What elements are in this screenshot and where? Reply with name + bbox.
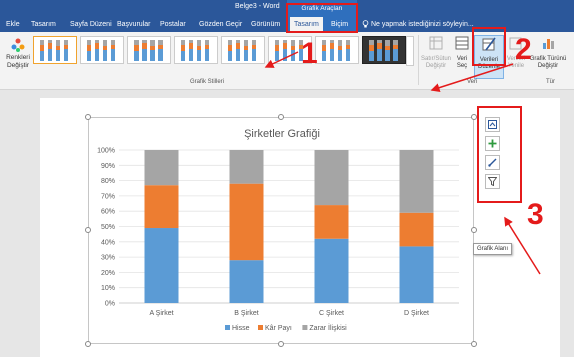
resize-handle[interactable] — [85, 341, 91, 347]
y-tick-label: 30% — [101, 255, 115, 262]
chart-styles-gallery[interactable] — [33, 36, 406, 66]
y-tick-label: 60% — [101, 209, 115, 216]
bar-segment — [314, 205, 349, 239]
change-chart-type-button[interactable]: Grafik Türünü Değiştir — [528, 35, 568, 79]
resize-handle[interactable] — [278, 114, 284, 120]
annotation-box-3 — [477, 106, 522, 203]
bar-segment — [229, 150, 264, 184]
resize-handle[interactable] — [85, 227, 91, 233]
tab-tasarim[interactable]: Tasarım — [31, 17, 56, 32]
resize-handle[interactable] — [278, 341, 284, 347]
chart-style-preview-icon — [87, 40, 115, 61]
annotation-box-1 — [286, 3, 358, 33]
y-tick-label: 50% — [101, 224, 115, 231]
bar-segment — [229, 183, 264, 261]
chart-style-preview-icon — [322, 40, 350, 61]
y-tick-label: 100% — [97, 148, 115, 155]
chart-style-preview-icon — [181, 40, 209, 61]
legend-label: Kâr Payı — [265, 325, 292, 332]
bar-segment — [399, 212, 434, 247]
chart-style-thumb[interactable] — [315, 36, 359, 64]
chart-style-thumb[interactable] — [33, 36, 77, 64]
window-title: Belge3 - Word — [235, 3, 280, 10]
bar-segment — [314, 238, 349, 303]
chart-area[interactable]: Şirketler Grafiği 0% 10% 20% 30% 40% 50% 60% 70… — [88, 117, 474, 344]
resize-handle[interactable] — [471, 341, 477, 347]
y-tick-label: 10% — [101, 285, 115, 292]
chart-style-thumb[interactable] — [174, 36, 218, 64]
select-data-icon — [455, 36, 469, 50]
bar-segment — [399, 150, 434, 213]
legend-label: Zarar İlişkisi — [309, 323, 347, 332]
switch-row-column-icon — [429, 36, 443, 50]
tab-basvurular[interactable]: Başvurular — [117, 17, 150, 32]
annotation-number-1: 1 — [301, 37, 318, 70]
y-tick-label: 90% — [101, 163, 115, 170]
legend-label: Hisse — [232, 325, 250, 332]
tab-ekle[interactable]: Ekle — [6, 17, 20, 32]
y-tick-label: 80% — [101, 178, 115, 185]
annotation-box-2 — [472, 27, 506, 66]
tooltip-chart-area: Grafik Alanı — [473, 243, 513, 255]
bar-segment — [144, 185, 179, 229]
change-colors-label-2: Değiştir — [6, 62, 30, 69]
x-tick-label: D Şirket — [404, 310, 429, 317]
tab-gozden-gecir[interactable]: Gözden Geçir — [199, 17, 242, 32]
chart-style-preview-icon — [134, 40, 163, 61]
bar-segment — [144, 228, 179, 303]
legend-swatch — [302, 325, 308, 330]
bar-segment — [229, 260, 264, 303]
chart-style-thumb[interactable] — [80, 36, 124, 64]
tell-me-text: Ne yapmak istediğinizi söyleyin... — [371, 21, 474, 28]
annotation-number-3: 3 — [527, 198, 544, 231]
bar-segment — [144, 150, 179, 186]
chart-style-preview-icon — [369, 40, 398, 61]
select-data-button[interactable]: Veri Seç — [452, 35, 472, 79]
annotation-number-2: 2 — [515, 33, 532, 66]
tab-postalar[interactable]: Postalar — [160, 17, 186, 32]
tab-gorunum[interactable]: Görünüm — [251, 17, 280, 32]
y-tick-label: 40% — [101, 239, 115, 246]
chart-style-thumb[interactable] — [127, 36, 171, 64]
chart-title[interactable]: Şirketler Grafiği — [244, 128, 320, 140]
tell-me-box[interactable]: Ne yapmak istediğinizi söyleyin... — [362, 17, 474, 32]
y-tick-label: 20% — [101, 270, 115, 277]
bar-segment — [399, 246, 434, 303]
group-label-data: Veri — [467, 79, 478, 85]
group-label-type: Tür — [546, 79, 555, 85]
chart-style-thumb[interactable] — [221, 36, 265, 64]
resize-handle[interactable] — [471, 227, 477, 233]
x-tick-label: A Şirket — [149, 310, 173, 317]
x-tick-label: B Şirket — [234, 310, 259, 317]
legend-swatch — [258, 325, 263, 330]
change-colors-label-1: Renkleri — [6, 54, 30, 61]
legend-swatch — [225, 325, 230, 330]
switch-row-column-button[interactable]: Satır/Sütun Değiştir — [420, 35, 452, 79]
stacked-bar-chart[interactable]: Şirketler Grafiği 0% 10% 20% 30% 40% 50% 60% 70… — [89, 118, 475, 345]
y-tick-label: 0% — [105, 301, 115, 308]
chart-style-thumb-dark[interactable] — [362, 36, 406, 64]
y-tick-label: 70% — [101, 193, 115, 200]
chart-style-preview-icon — [40, 40, 68, 61]
palette-icon — [11, 38, 25, 52]
bar-segment — [314, 150, 349, 206]
gallery-scroll[interactable] — [406, 36, 414, 66]
chart-type-icon — [543, 39, 554, 49]
change-colors-button[interactable]: Renkleri Değiştir — [3, 35, 33, 79]
chart-style-preview-icon — [228, 40, 256, 61]
lightbulb-icon — [362, 20, 369, 28]
tab-sayfa-duzeni[interactable]: Sayfa Düzeni — [70, 17, 112, 32]
resize-handle[interactable] — [85, 114, 91, 120]
group-label-chart-styles: Grafik Stilleri — [190, 79, 225, 85]
x-tick-label: C Şirket — [319, 310, 344, 317]
